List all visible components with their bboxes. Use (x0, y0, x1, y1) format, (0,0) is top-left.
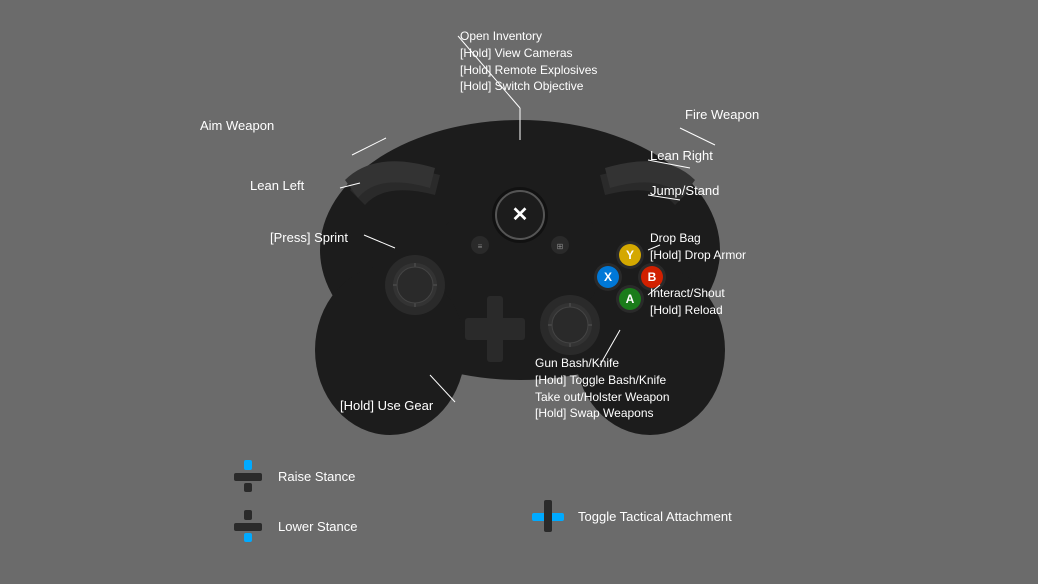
svg-text:B: B (648, 270, 657, 284)
interact-group: Interact/Shout [Hold] Reload (650, 285, 725, 319)
svg-text:Y: Y (626, 248, 634, 262)
svg-text:⊞: ⊞ (557, 242, 564, 251)
toggle-tactical-label: Toggle Tactical Attachment (578, 509, 732, 524)
interact-shout-label: Interact/Shout (650, 285, 725, 302)
press-sprint-label: [Press] Sprint (270, 230, 348, 245)
hold-swap-label: [Hold] Swap Weapons (535, 405, 670, 422)
hold-toggle-label: [Hold] Toggle Bash/Knife (535, 372, 670, 389)
lower-stance-label: Lower Stance (278, 519, 358, 534)
lean-right-label: Lean Right (650, 148, 713, 163)
lower-stance-icon (230, 508, 266, 544)
svg-text:≡: ≡ (478, 242, 483, 251)
toggle-tactical-icon (530, 498, 566, 534)
svg-text:X: X (604, 270, 612, 284)
aim-weapon-label: Aim Weapon (200, 118, 274, 133)
take-out-label: Take out/Holster Weapon (535, 389, 670, 406)
toggle-tactical-group: Toggle Tactical Attachment (530, 498, 732, 534)
raise-stance-label: Raise Stance (278, 469, 355, 484)
fire-weapon-label: Fire Weapon (685, 107, 759, 122)
gun-bash-group: Gun Bash/Knife [Hold] Toggle Bash/Knife … (535, 355, 670, 422)
hold-remote-explosives-label: [Hold] Remote Explosives (460, 62, 597, 79)
jump-stand-label: Jump/Stand (650, 183, 719, 198)
svg-text:✕: ✕ (512, 204, 529, 226)
hold-use-gear-label: [Hold] Use Gear (340, 398, 433, 413)
gun-bash-label: Gun Bash/Knife (535, 355, 670, 372)
hold-reload-label: [Hold] Reload (650, 302, 725, 319)
drop-bag-group: Drop Bag [Hold] Drop Armor (650, 230, 746, 264)
lower-stance-group: Lower Stance (230, 508, 358, 544)
diagram-container: ✕ ≡ ⊞ Y X B (0, 0, 1038, 584)
raise-stance-icon (230, 458, 266, 494)
hold-switch-objective-label: [Hold] Switch Objective (460, 78, 597, 95)
open-inventory-label: Open Inventory (460, 28, 597, 45)
svg-text:A: A (626, 292, 635, 306)
drop-bag-label: Drop Bag (650, 230, 746, 247)
top-labels: Open Inventory [Hold] View Cameras [Hold… (460, 28, 597, 95)
hold-view-cameras-label: [Hold] View Cameras (460, 45, 597, 62)
hold-drop-armor-label: [Hold] Drop Armor (650, 247, 746, 264)
raise-stance-group: Raise Stance (230, 458, 355, 494)
lean-left-label: Lean Left (250, 178, 304, 193)
